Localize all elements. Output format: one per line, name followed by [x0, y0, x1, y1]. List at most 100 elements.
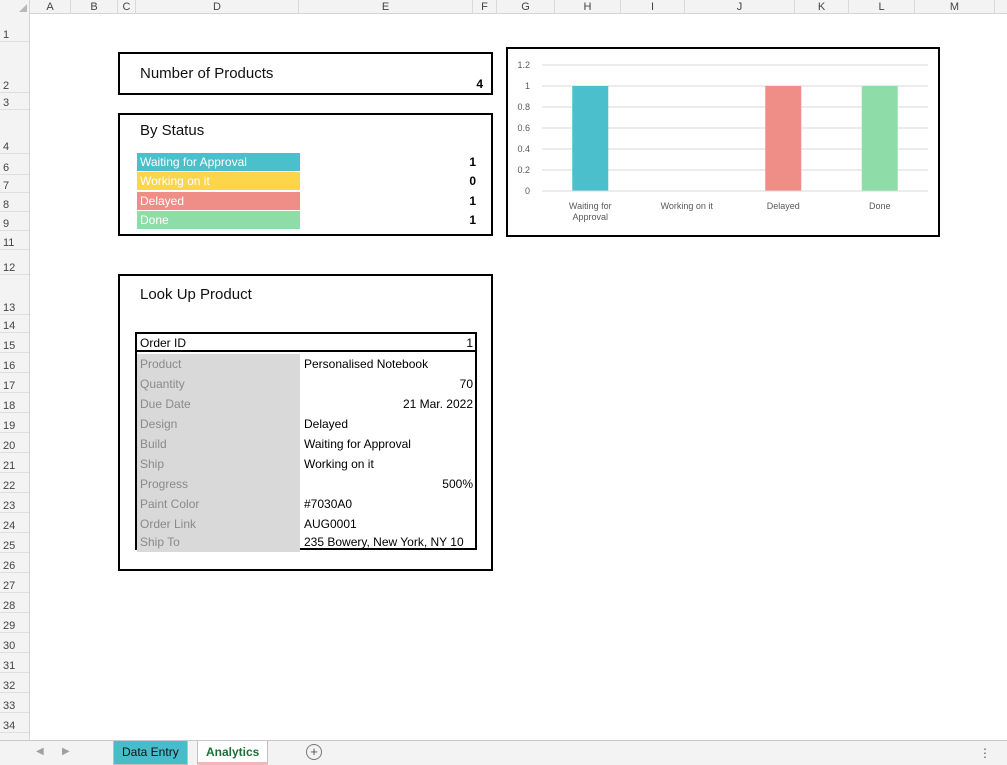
row-header-33[interactable]: 33 [0, 693, 29, 713]
row-header-30[interactable]: 30 [0, 633, 29, 653]
status-label-waiting: Waiting for Approval [137, 153, 300, 171]
column-header-h[interactable]: H [555, 0, 621, 14]
row-header-21[interactable]: 21 [0, 453, 29, 473]
y-tick-label: 0.4 [517, 144, 530, 154]
status-row-working: Working on it 0 [137, 172, 480, 191]
row-header-15[interactable]: 15 [0, 333, 29, 353]
lookup-field-value[interactable]: 235 Bowery, New York, NY 10 [304, 532, 473, 552]
column-header-e[interactable]: E [299, 0, 473, 14]
row-header-23[interactable]: 23 [0, 493, 29, 513]
lookup-field-label: Ship To [137, 532, 300, 552]
lookup-field-value[interactable]: Waiting for Approval [304, 434, 473, 454]
row-header-1[interactable]: 1 [0, 14, 29, 42]
row-header-27[interactable]: 27 [0, 573, 29, 593]
lookup-field-value[interactable]: 70 [304, 374, 473, 394]
lookup-field-label: Order Link [137, 514, 300, 534]
column-header-k[interactable]: K [795, 0, 849, 14]
row-header-12[interactable]: 12 [0, 250, 29, 275]
number-of-products-card: Number of Products 4 [118, 52, 493, 95]
row-header-26[interactable]: 26 [0, 553, 29, 573]
number-of-products-value: 4 [476, 77, 483, 91]
row-header-32[interactable]: 32 [0, 673, 29, 693]
row-header-35[interactable]: 35 [0, 733, 29, 740]
lookup-table: Order ID 1 Product Personalised Notebook … [135, 332, 477, 552]
row-header-29[interactable]: 29 [0, 613, 29, 633]
lookup-field-value[interactable]: Delayed [304, 414, 473, 434]
lookup-row: Order Link AUG0001 [137, 514, 475, 534]
lookup-field-value[interactable]: Personalised Notebook [304, 354, 473, 374]
row-header-19[interactable]: 19 [0, 413, 29, 433]
x-tick-label: Waiting for [569, 201, 612, 211]
row-header-8[interactable]: 8 [0, 193, 29, 212]
status-chart-svg: 0 0.2 0.4 0.6 0.8 1 1.2 Waiting forApproval Work… [517, 60, 928, 222]
row-header-4[interactable]: 4 [0, 110, 29, 154]
sheet-tab-data-entry[interactable]: Data Entry [113, 741, 188, 765]
triangle-left-icon[interactable]: ◀ [36, 746, 44, 757]
lookup-field-label: Quantity [137, 374, 300, 394]
plus-circle-icon[interactable]: + [306, 744, 322, 760]
row-header-20[interactable]: 20 [0, 433, 29, 453]
x-tick-label: Delayed [767, 201, 800, 211]
status-row-delayed: Delayed 1 [137, 192, 480, 211]
y-tick-label: 1 [525, 81, 530, 91]
status-label-working: Working on it [137, 172, 300, 190]
vertical-dots-icon[interactable]: ⋮ [979, 746, 991, 760]
row-header-11[interactable]: 11 [0, 231, 29, 250]
lookup-field-label: Product [137, 354, 300, 374]
lookup-field-value[interactable]: #7030A0 [304, 494, 473, 514]
lookup-field-value[interactable]: 500% [304, 474, 473, 494]
row-header-17[interactable]: 17 [0, 373, 29, 393]
column-header-a[interactable]: A [30, 0, 71, 14]
status-chart[interactable]: 0 0.2 0.4 0.6 0.8 1 1.2 Waiting for Approval Work… [506, 47, 940, 237]
chart-bar [861, 86, 898, 191]
lookup-row: Paint Color #7030A0 [137, 494, 475, 514]
y-tick-label: 0.6 [517, 123, 530, 133]
row-header-13[interactable]: 13 [0, 275, 29, 315]
chart-bar [572, 86, 609, 191]
row-header-18[interactable]: 18 [0, 393, 29, 413]
lookup-field-value[interactable]: Working on it [304, 454, 473, 474]
lookup-row: Build Waiting for Approval [137, 434, 475, 454]
column-header-b[interactable]: B [71, 0, 118, 14]
row-header-14[interactable]: 14 [0, 315, 29, 333]
column-header-c[interactable]: C [118, 0, 136, 14]
lookup-field-value[interactable]: 21 Mar. 2022 [304, 394, 473, 414]
by-status-title: By Status [140, 122, 205, 139]
row-header-16[interactable]: 16 [0, 353, 29, 373]
lookup-order-id-row[interactable]: Order ID 1 [137, 334, 475, 352]
column-header-l[interactable]: L [849, 0, 915, 14]
row-header-28[interactable]: 28 [0, 593, 29, 613]
lookup-order-id-value[interactable]: 1 [466, 336, 473, 350]
select-all-corner[interactable] [0, 0, 30, 14]
row-header-6[interactable]: 6 [0, 154, 29, 175]
column-header-g[interactable]: G [497, 0, 555, 14]
row-header-9[interactable]: 9 [0, 212, 29, 231]
triangle-right-icon[interactable]: ▶ [62, 746, 70, 757]
column-header-i[interactable]: I [621, 0, 685, 14]
row-header-31[interactable]: 31 [0, 653, 29, 673]
look-up-product-title: Look Up Product [140, 286, 252, 303]
x-tick-label: Working on it [661, 201, 714, 211]
lookup-field-label: Ship [137, 454, 300, 474]
lookup-field-value[interactable]: AUG0001 [304, 514, 473, 534]
row-header-24[interactable]: 24 [0, 513, 29, 533]
row-header-2[interactable]: 2 [0, 42, 29, 93]
x-tick-label: Approval [572, 212, 608, 222]
column-header-f[interactable]: F [473, 0, 497, 14]
row-header-25[interactable]: 25 [0, 533, 29, 553]
by-status-header: By Status [118, 113, 493, 146]
column-header-d[interactable]: D [136, 0, 299, 14]
column-header-m[interactable]: M [915, 0, 995, 14]
look-up-product-header: Look Up Product [118, 274, 493, 313]
row-header-7[interactable]: 7 [0, 175, 29, 193]
lookup-row: Product Personalised Notebook [137, 354, 475, 374]
y-tick-label: 0 [525, 186, 530, 196]
row-header-3[interactable]: 3 [0, 93, 29, 110]
y-tick-label: 0.2 [517, 165, 530, 175]
lookup-row: Ship To 235 Bowery, New York, NY 10 [137, 532, 475, 552]
column-header-j[interactable]: J [685, 0, 795, 14]
status-label-delayed: Delayed [137, 192, 300, 210]
row-header-34[interactable]: 34 [0, 713, 29, 733]
sheet-tab-analytics[interactable]: Analytics [197, 741, 269, 765]
row-header-22[interactable]: 22 [0, 473, 29, 493]
